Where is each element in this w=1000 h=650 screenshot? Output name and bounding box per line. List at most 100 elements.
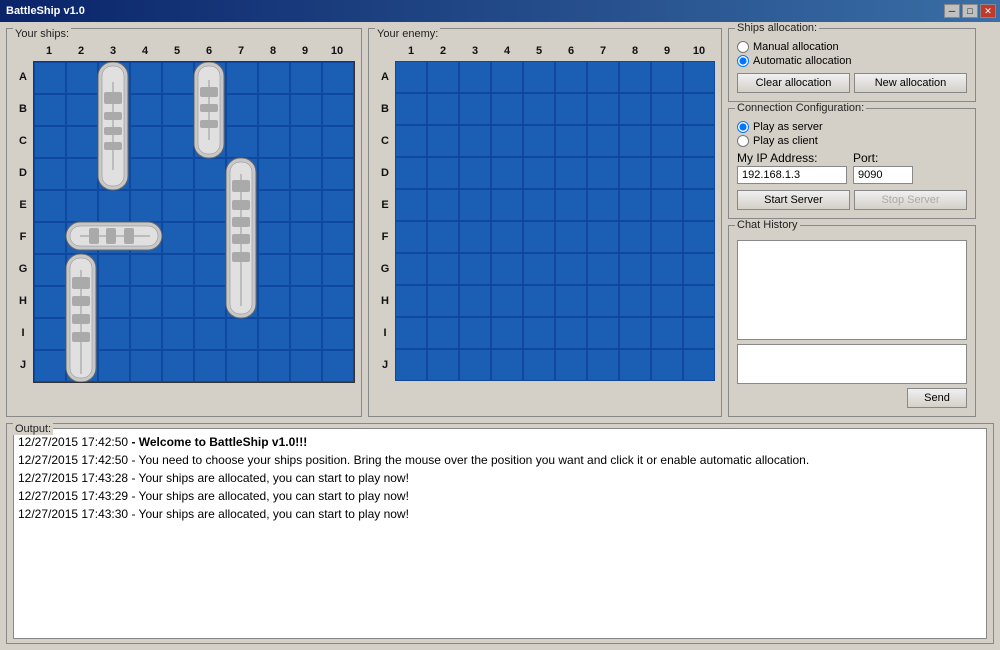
play-server-radio[interactable] [737, 121, 749, 133]
enemy-grid-cell[interactable] [619, 93, 651, 125]
enemy-grid-cell[interactable] [683, 189, 715, 221]
your-grid-cell[interactable] [194, 94, 226, 126]
your-grid-cell[interactable] [258, 254, 290, 286]
your-grid-cell[interactable] [34, 190, 66, 222]
enemy-grid-cell[interactable] [395, 285, 427, 317]
your-grid-cell[interactable] [162, 286, 194, 318]
your-grid-cell[interactable] [162, 350, 194, 382]
close-button[interactable]: ✕ [980, 4, 996, 18]
enemy-grid-cell[interactable] [395, 61, 427, 93]
your-grid-cell[interactable] [34, 158, 66, 190]
enemy-grid-cell[interactable] [587, 189, 619, 221]
enemy-grid-cell[interactable] [459, 221, 491, 253]
enemy-grid-cell[interactable] [523, 157, 555, 189]
enemy-grid-cell[interactable] [619, 317, 651, 349]
enemy-grid-cell[interactable] [555, 317, 587, 349]
your-grid-cell[interactable] [258, 126, 290, 158]
enemy-grid-cell[interactable] [395, 253, 427, 285]
enemy-grid-cell[interactable] [619, 349, 651, 381]
enemy-grid-cell[interactable] [555, 125, 587, 157]
enemy-grid-cell[interactable] [523, 253, 555, 285]
your-grid-cell[interactable] [130, 222, 162, 254]
your-grid-cell[interactable] [194, 254, 226, 286]
your-grid-cell[interactable] [322, 350, 354, 382]
enemy-grid-cell[interactable] [395, 157, 427, 189]
play-client-label[interactable]: Play as client [753, 135, 818, 147]
port-input[interactable] [853, 166, 913, 184]
your-grid-cell[interactable] [194, 190, 226, 222]
enemy-grid-cell[interactable] [619, 125, 651, 157]
your-grid-cell[interactable] [162, 254, 194, 286]
enemy-grid-cell[interactable] [683, 61, 715, 93]
your-grid-cell[interactable] [98, 158, 130, 190]
enemy-grid-cell[interactable] [523, 285, 555, 317]
your-grid-cell[interactable] [66, 222, 98, 254]
your-grid-cell[interactable] [98, 222, 130, 254]
enemy-grid-cell[interactable] [459, 157, 491, 189]
enemy-grid-cell[interactable] [555, 61, 587, 93]
enemy-grid-cell[interactable] [555, 253, 587, 285]
your-grid-cell[interactable] [34, 222, 66, 254]
stop-server-button[interactable]: Stop Server [854, 190, 967, 210]
your-ships-cells[interactable] [34, 62, 354, 382]
enemy-grid-cell[interactable] [555, 221, 587, 253]
enemy-grid-cell[interactable] [523, 61, 555, 93]
your-grid-cell[interactable] [258, 286, 290, 318]
enemy-grid-cell[interactable] [587, 221, 619, 253]
your-grid-cell[interactable] [290, 94, 322, 126]
enemy-grid-cell[interactable] [651, 93, 683, 125]
your-grid-cell[interactable] [98, 254, 130, 286]
your-grid-cell[interactable] [322, 126, 354, 158]
your-grid-cell[interactable] [322, 318, 354, 350]
enemy-grid-cell[interactable] [555, 189, 587, 221]
enemy-grid-cell[interactable] [523, 189, 555, 221]
manual-allocation-radio[interactable] [737, 41, 749, 53]
your-grid-cell[interactable] [258, 62, 290, 94]
play-client-radio[interactable] [737, 135, 749, 147]
your-grid-cell[interactable] [34, 62, 66, 94]
your-grid-cell[interactable] [290, 190, 322, 222]
enemy-grid-cell[interactable] [427, 93, 459, 125]
your-grid-cell[interactable] [290, 62, 322, 94]
your-grid-cell[interactable] [98, 350, 130, 382]
your-grid-cell[interactable] [162, 62, 194, 94]
enemy-grid-cell[interactable] [555, 285, 587, 317]
enemy-grid-cell[interactable] [491, 125, 523, 157]
enemy-grid-cell[interactable] [395, 317, 427, 349]
your-grid-cell[interactable] [194, 286, 226, 318]
your-grid-cell[interactable] [194, 318, 226, 350]
your-grid-cell[interactable] [34, 350, 66, 382]
your-grid-cell[interactable] [98, 286, 130, 318]
enemy-grid-cell[interactable] [587, 93, 619, 125]
enemy-grid-cell[interactable] [651, 157, 683, 189]
your-grid-cell[interactable] [226, 190, 258, 222]
enemy-grid-cell[interactable] [395, 349, 427, 381]
your-grid-cell[interactable] [98, 190, 130, 222]
enemy-grid-cell[interactable] [651, 253, 683, 285]
enemy-grid-cell[interactable] [683, 157, 715, 189]
your-grid-cell[interactable] [98, 318, 130, 350]
your-grid-cell[interactable] [162, 126, 194, 158]
enemy-grid-cell[interactable] [683, 125, 715, 157]
enemy-grid-cell[interactable] [683, 221, 715, 253]
your-grid-cell[interactable] [130, 158, 162, 190]
your-grid-cell[interactable] [226, 222, 258, 254]
your-grid-cell[interactable] [130, 94, 162, 126]
your-grid-cell[interactable] [290, 126, 322, 158]
enemy-grid-cell[interactable] [587, 349, 619, 381]
your-grid-cell[interactable] [98, 126, 130, 158]
enemy-grid-cell[interactable] [427, 349, 459, 381]
your-grid-cell[interactable] [130, 350, 162, 382]
enemy-grid-cell[interactable] [555, 349, 587, 381]
enemy-grid-cell[interactable] [459, 317, 491, 349]
enemy-grid-cell[interactable] [491, 349, 523, 381]
your-grid-cell[interactable] [258, 94, 290, 126]
enemy-grid-cell[interactable] [427, 285, 459, 317]
your-grid-cell[interactable] [162, 94, 194, 126]
your-grid-cell[interactable] [66, 62, 98, 94]
enemy-grid-cell[interactable] [427, 157, 459, 189]
enemy-grid-cell[interactable] [459, 189, 491, 221]
your-grid-cell[interactable] [290, 254, 322, 286]
your-grid-cell[interactable] [290, 286, 322, 318]
enemy-grid-cell[interactable] [491, 317, 523, 349]
